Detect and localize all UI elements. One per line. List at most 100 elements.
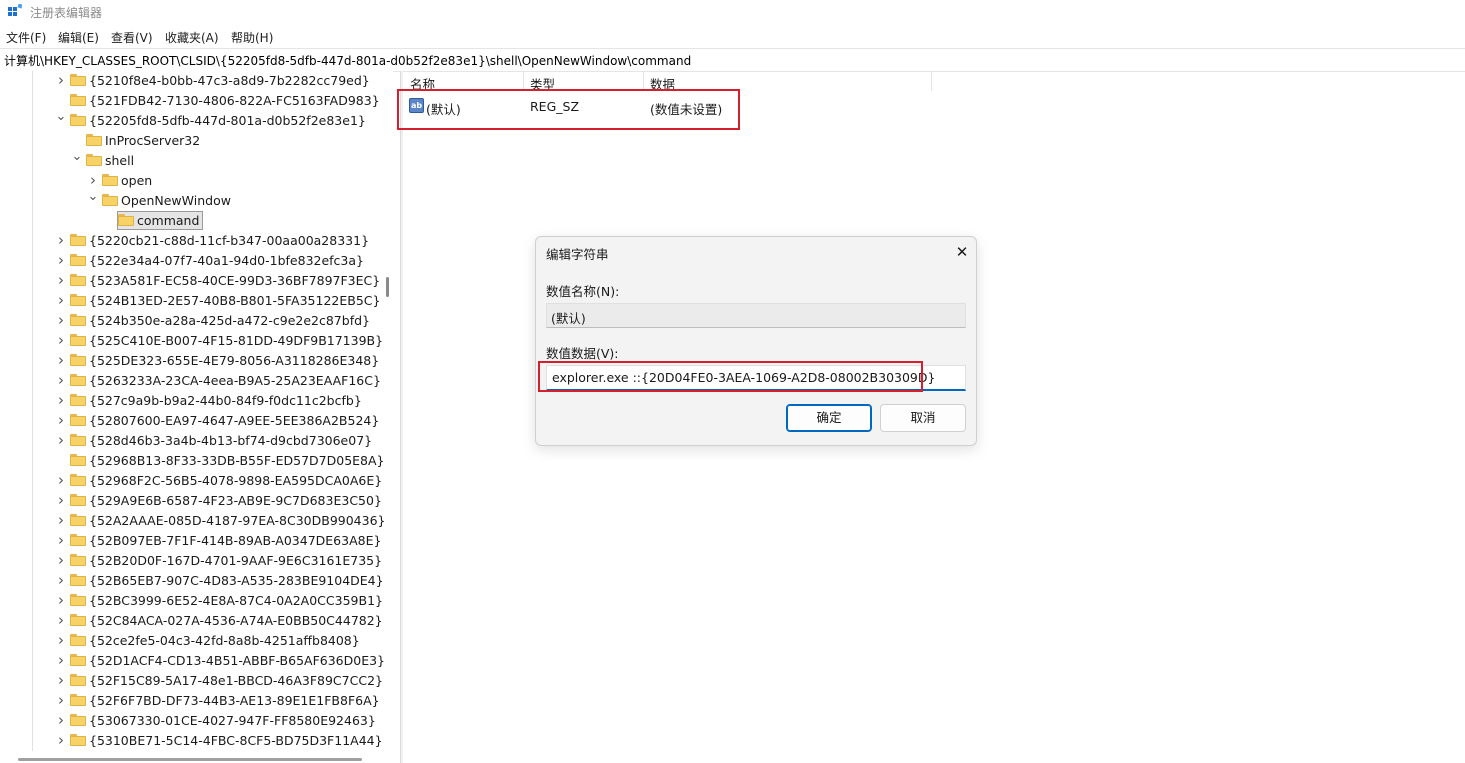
menu-view[interactable]: 查看(V) [111, 29, 153, 46]
chevron-down-icon[interactable]: ⌄ [55, 110, 67, 127]
chevron-right-icon[interactable]: › [55, 293, 67, 308]
column-divider[interactable] [643, 71, 644, 91]
tree-item-label: open [121, 173, 153, 188]
tree-horizontal-scrollbar[interactable] [18, 758, 362, 761]
tree-item[interactable]: command [103, 211, 393, 231]
tree-item[interactable]: ⌄ shell [71, 150, 393, 171]
column-divider[interactable] [523, 71, 524, 91]
tree-item[interactable]: ⌄ {52205fd8-5dfb-447d-801a-d0b52f2e83e1} [55, 110, 385, 131]
ok-button[interactable]: 确定 [786, 404, 872, 432]
chevron-right-icon[interactable]: › [55, 713, 67, 728]
cancel-button[interactable]: 取消 [880, 404, 966, 432]
tree-item[interactable]: › {525DE323-655E-4E79-8056-A3118286E348} [55, 351, 385, 371]
chevron-right-icon[interactable]: › [55, 653, 67, 668]
chevron-right-icon[interactable]: › [55, 233, 67, 248]
chevron-right-icon[interactable]: › [87, 173, 99, 188]
chevron-down-icon[interactable]: ⌄ [71, 150, 83, 167]
chevron-down-icon[interactable]: ⌄ [87, 190, 99, 207]
tree-item-label: {522e34a4-07f7-40a1-94d0-1bfe832efc3a} [89, 253, 364, 268]
key-tree-pane[interactable]: › {5210f8e4-b0bb-47c3-a8d9-7b2282cc79ed} {… [0, 71, 393, 763]
chevron-right-icon[interactable]: › [55, 433, 67, 448]
menu-file[interactable]: 文件(F) [6, 29, 46, 46]
tree-item[interactable]: › {5310BE71-5C14-4FBC-8CF5-BD75D3F11A44} [55, 731, 385, 751]
tree-item[interactable]: ⌄ OpenNewWindow [87, 190, 393, 211]
folder-icon [70, 374, 86, 386]
tree-item-label: {5263233A-23CA-4eea-B9A5-25A23EAAF16C} [89, 373, 381, 388]
tree-item-label: {52ce2fe5-04c3-42fd-8a8b-4251affb8408} [89, 633, 360, 648]
tree-item[interactable]: › {523A581F-EC58-40CE-99D3-36BF7897F3EC} [55, 271, 385, 291]
chevron-right-icon[interactable]: › [55, 493, 67, 508]
chevron-right-icon[interactable]: › [55, 553, 67, 568]
tree-item[interactable]: › {52F6F7BD-DF73-44B3-AE13-89E1E1FB8F6A} [55, 691, 385, 711]
tree-item[interactable]: › {52B65EB7-907C-4D83-A535-283BE9104DE4} [55, 571, 385, 591]
tree-item[interactable]: › {522e34a4-07f7-40a1-94d0-1bfe832efc3a} [55, 251, 385, 271]
title-bar: 注册表编辑器 [0, 0, 1465, 24]
chevron-right-icon[interactable]: › [55, 313, 67, 328]
chevron-right-icon[interactable]: › [55, 533, 67, 548]
chevron-right-icon[interactable]: › [55, 273, 67, 288]
tree-item[interactable]: › {52ce2fe5-04c3-42fd-8a8b-4251affb8408} [55, 631, 385, 651]
chevron-right-icon[interactable]: › [55, 413, 67, 428]
tree-item-label: {52968F2C-56B5-4078-9898-EA595DCA0A6E} [89, 473, 383, 488]
tree-item[interactable]: › {52C84ACA-027A-4536-A74A-E0BB50C44782} [55, 611, 385, 631]
tree-item[interactable]: › {527c9a9b-b9a2-44b0-84f9-f0dc11c2bcfb} [55, 391, 385, 411]
folder-icon [70, 574, 86, 586]
tree-item[interactable]: {52968B13-8F33-33DB-B55F-ED57D7D05E8A} [55, 451, 385, 471]
tree-item[interactable]: › {528d46b3-3a4b-4b13-bf74-d9cbd7306e07} [55, 431, 385, 451]
tree-item[interactable]: › {524B13ED-2E57-40B8-B801-5FA35122EB5C} [55, 291, 385, 311]
chevron-right-icon[interactable]: › [55, 253, 67, 268]
tree-item[interactable]: › {5210f8e4-b0bb-47c3-a8d9-7b2282cc79ed} [55, 71, 385, 91]
tree-item[interactable]: › {52968F2C-56B5-4078-9898-EA595DCA0A6E} [55, 471, 385, 491]
tree-item-label: {525DE323-655E-4E79-8056-A3118286E348} [89, 353, 380, 368]
tree-item[interactable]: › {52BC3999-6E52-4E8A-87C4-0A2A0CC359B1} [55, 591, 385, 611]
address-path[interactable]: 计算机\HKEY_CLASSES_ROOT\CLSID\{52205fd8-5d… [4, 52, 691, 69]
chevron-right-icon[interactable]: › [55, 673, 67, 688]
tree-item[interactable]: › {52807600-EA97-4647-A9EE-5EE386A2B524} [55, 411, 385, 431]
tree-item[interactable]: InProcServer32 [71, 131, 393, 151]
tree-vertical-scrollbar[interactable] [386, 277, 389, 297]
address-bar[interactable]: 计算机\HKEY_CLASSES_ROOT\CLSID\{52205fd8-5d… [0, 48, 1465, 72]
folder-icon [70, 514, 86, 526]
chevron-right-icon[interactable]: › [55, 733, 67, 748]
menu-edit[interactable]: 编辑(E) [58, 29, 99, 46]
tree-item[interactable]: › open [87, 171, 393, 191]
tree-item[interactable]: {521FDB42-7130-4806-822A-FC5163FAD983} [55, 91, 385, 111]
tree-item[interactable]: › {52A2AAAE-085D-4187-97EA-8C30DB990436} [55, 511, 385, 531]
tree-item[interactable]: › {525C410E-B007-4F15-81DD-49DF9B17139B} [55, 331, 385, 351]
tree-item[interactable]: › {529A9E6B-6587-4F23-AB9E-9C7D683E3C50} [55, 491, 385, 511]
tree-item-label: {5310BE71-5C14-4FBC-8CF5-BD75D3F11A44} [89, 733, 383, 748]
tree-item[interactable]: › {5263233A-23CA-4eea-B9A5-25A23EAAF16C} [55, 371, 385, 391]
close-icon[interactable]: ✕ [954, 244, 970, 260]
chevron-right-icon[interactable]: › [55, 633, 67, 648]
chevron-right-icon[interactable]: › [55, 373, 67, 388]
chevron-right-icon[interactable]: › [55, 333, 67, 348]
tree-item[interactable]: › {52B20D0F-167D-4701-9AAF-9E6C3161E735} [55, 551, 385, 571]
chevron-right-icon[interactable]: › [55, 613, 67, 628]
column-divider[interactable] [931, 71, 932, 91]
chevron-right-icon[interactable]: › [55, 513, 67, 528]
edit-string-dialog: 编辑字符串 ✕ 数值名称(N): (默认) 数值数据(V): 确定 取消 [535, 236, 977, 446]
folder-icon [70, 314, 86, 326]
tree-item-label: {5220cb21-c88d-11cf-b347-00aa00a28331} [89, 233, 370, 248]
chevron-right-icon[interactable]: › [55, 353, 67, 368]
tree-item[interactable]: › {52B097EB-7F1F-414B-89AB-A0347DE63A8E} [55, 531, 385, 551]
tree-item[interactable]: › {53067330-01CE-4027-947F-FF8580E92463} [55, 711, 385, 731]
menu-help[interactable]: 帮助(H) [231, 29, 273, 46]
chevron-right-icon[interactable]: › [55, 693, 67, 708]
tree-item-label: command [137, 213, 200, 228]
folder-icon [70, 414, 86, 426]
chevron-right-icon[interactable]: › [55, 73, 67, 88]
chevron-right-icon[interactable]: › [55, 593, 67, 608]
folder-icon [118, 214, 134, 226]
tree-item[interactable]: › {52F15C89-5A17-48e1-BBCD-46A3F89C7CC2} [55, 671, 385, 691]
tree-item-label: {52205fd8-5dfb-447d-801a-d0b52f2e83e1} [89, 113, 366, 128]
chevron-right-icon[interactable]: › [55, 393, 67, 408]
tree-item[interactable]: › {524b350e-a28a-425d-a472-c9e2e2c87bfd} [55, 311, 385, 331]
tree-item-label: {52B097EB-7F1F-414B-89AB-A0347DE63A8E} [89, 533, 382, 548]
tree-item[interactable]: › {5220cb21-c88d-11cf-b347-00aa00a28331} [55, 231, 385, 251]
tree-item[interactable]: › {52D1ACF4-CD13-4B51-ABBF-B65AF636D0E3} [55, 651, 385, 671]
tree-item-label: {524b350e-a28a-425d-a472-c9e2e2c87bfd} [89, 313, 370, 328]
chevron-right-icon[interactable]: › [55, 573, 67, 588]
menu-favorites[interactable]: 收藏夹(A) [165, 29, 219, 46]
chevron-right-icon[interactable]: › [55, 473, 67, 488]
